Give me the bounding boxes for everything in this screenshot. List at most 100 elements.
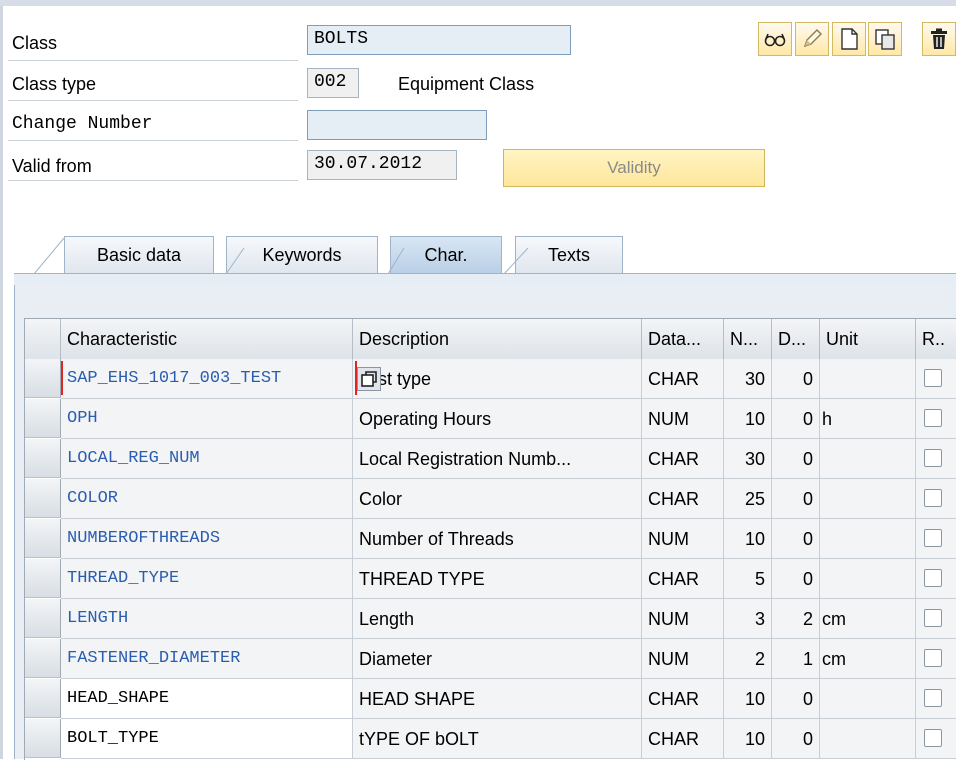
col-decimals[interactable]: D... xyxy=(772,319,820,359)
cell-n: 5 xyxy=(724,559,772,599)
cell-n: 25 xyxy=(724,479,772,519)
copy-button[interactable] xyxy=(868,22,902,56)
table-row[interactable]: HEAD_SHAPE HEAD SHAPE CHAR 10 0 xyxy=(25,679,956,719)
class-field[interactable]: BOLTS xyxy=(307,25,571,55)
required-checkbox[interactable] xyxy=(924,489,942,507)
cell-characteristic[interactable]: LENGTH xyxy=(61,599,353,639)
validity-button[interactable]: Validity xyxy=(503,149,765,187)
cell-d: 0 xyxy=(772,439,820,479)
required-checkbox[interactable] xyxy=(924,369,942,387)
row-selector[interactable] xyxy=(25,359,61,398)
display-button[interactable] xyxy=(758,22,792,56)
cell-data-type: CHAR xyxy=(642,719,724,759)
cell-focus-marker xyxy=(61,361,357,395)
required-checkbox[interactable] xyxy=(924,689,942,707)
valid-from-label: Valid from xyxy=(12,156,92,176)
cell-d: 0 xyxy=(772,679,820,719)
top-border xyxy=(0,0,956,6)
cell-description: Color xyxy=(353,479,642,519)
class-type-label: Class type xyxy=(12,74,97,94)
row-selector[interactable] xyxy=(25,679,61,718)
cell-unit xyxy=(820,679,916,719)
cell-description: Length xyxy=(353,599,642,639)
cell-unit xyxy=(820,719,916,759)
cell-description: Operating Hours xyxy=(353,399,642,439)
table-row[interactable]: OPH Operating Hours NUM 10 0 h xyxy=(25,399,956,439)
table-row[interactable]: SAP_EHS_1017_003_TEST Test type CHAR 30 0 xyxy=(25,359,956,399)
table-row[interactable]: THREAD_TYPE THREAD TYPE CHAR 5 0 xyxy=(25,559,956,599)
cell-d: 0 xyxy=(772,359,820,399)
required-checkbox[interactable] xyxy=(924,569,942,587)
cell-unit xyxy=(820,439,916,479)
row-selector[interactable] xyxy=(25,519,61,558)
delete-button[interactable] xyxy=(922,22,956,56)
value-help-button[interactable] xyxy=(357,367,381,391)
cell-description: Local Registration Numb... xyxy=(353,439,642,479)
row-selector[interactable] xyxy=(25,559,61,598)
required-checkbox[interactable] xyxy=(924,649,942,667)
cell-required xyxy=(916,519,956,559)
cell-data-type: NUM xyxy=(642,519,724,559)
cell-data-type: CHAR xyxy=(642,359,724,399)
cell-characteristic[interactable]: THREAD_TYPE xyxy=(61,559,353,599)
change-button[interactable] xyxy=(795,22,829,56)
class-type-field[interactable]: 002 xyxy=(307,68,359,98)
required-checkbox[interactable] xyxy=(924,609,942,627)
table-row[interactable]: COLOR Color CHAR 25 0 xyxy=(25,479,956,519)
table-row[interactable]: LOCAL_REG_NUM Local Registration Numb... C… xyxy=(25,439,956,479)
cell-description: THREAD TYPE xyxy=(353,559,642,599)
col-characteristic[interactable]: Characteristic xyxy=(61,319,353,359)
cell-d: 0 xyxy=(772,399,820,439)
cell-required xyxy=(916,439,956,479)
cell-characteristic[interactable]: FASTENER_DIAMETER xyxy=(61,639,353,679)
copy-icon xyxy=(875,29,895,50)
required-checkbox[interactable] xyxy=(924,529,942,547)
create-button[interactable] xyxy=(832,22,866,56)
cell-n: 2 xyxy=(724,639,772,679)
change-number-label: Change Number xyxy=(12,114,153,134)
required-checkbox[interactable] xyxy=(924,729,942,747)
col-data-type[interactable]: Data... xyxy=(642,319,724,359)
cell-characteristic[interactable]: NUMBEROFTHREADS xyxy=(61,519,353,559)
cell-d: 0 xyxy=(772,479,820,519)
col-required[interactable]: R.. xyxy=(916,319,956,359)
cell-required xyxy=(916,679,956,719)
cell-unit: cm xyxy=(820,639,916,679)
cell-characteristic[interactable]: HEAD_SHAPE xyxy=(61,679,353,719)
row-selector[interactable] xyxy=(25,439,61,478)
col-unit[interactable]: Unit xyxy=(820,319,916,359)
cell-unit: h xyxy=(820,399,916,439)
table-row[interactable]: FASTENER_DIAMETER Diameter NUM 2 1 cm xyxy=(25,639,956,679)
table-row[interactable]: BOLT_TYPE tYPE OF bOLT CHAR 10 0 xyxy=(25,719,956,759)
glasses-icon xyxy=(764,33,786,47)
col-num-chars[interactable]: N... xyxy=(724,319,772,359)
tab-slants xyxy=(33,237,529,275)
cell-n: 10 xyxy=(724,519,772,559)
change-number-field[interactable] xyxy=(307,110,487,140)
select-all-header[interactable] xyxy=(25,319,61,359)
cell-n: 30 xyxy=(724,359,772,399)
cell-characteristic[interactable]: LOCAL_REG_NUM xyxy=(61,439,353,479)
required-checkbox[interactable] xyxy=(924,449,942,467)
row-selector[interactable] xyxy=(25,599,61,638)
row-selector[interactable] xyxy=(25,479,61,518)
cell-d: 0 xyxy=(772,559,820,599)
table-row[interactable]: NUMBEROFTHREADS Number of Threads NUM 10 0 xyxy=(25,519,956,559)
cell-characteristic[interactable]: OPH xyxy=(61,399,353,439)
cell-n: 10 xyxy=(724,719,772,759)
trash-icon xyxy=(931,28,947,49)
cell-description: Test type xyxy=(353,359,642,399)
valid-from-field[interactable]: 30.07.2012 xyxy=(307,150,457,180)
characteristics-table: Characteristic Description Data... N... … xyxy=(24,318,956,760)
cell-characteristic[interactable]: COLOR xyxy=(61,479,353,519)
cell-characteristic[interactable]: BOLT_TYPE xyxy=(61,719,353,759)
row-selector[interactable] xyxy=(25,399,61,438)
row-selector[interactable] xyxy=(25,719,61,758)
row-selector[interactable] xyxy=(25,639,61,678)
cell-unit xyxy=(820,559,916,599)
cell-required xyxy=(916,359,956,399)
cell-required xyxy=(916,599,956,639)
required-checkbox[interactable] xyxy=(924,409,942,427)
table-row[interactable]: LENGTH Length NUM 3 2 cm xyxy=(25,599,956,639)
col-description[interactable]: Description xyxy=(353,319,642,359)
